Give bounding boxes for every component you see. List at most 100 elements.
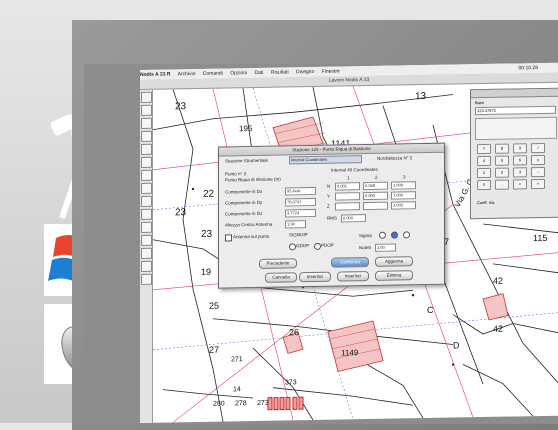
- tool-arc-icon[interactable]: [141, 195, 152, 207]
- cancel-button[interactable]: Cancella: [265, 272, 297, 283]
- calc-key-add[interactable]: +: [531, 178, 545, 190]
- menu-comandi[interactable]: Comandi: [203, 71, 223, 77]
- row-label-dy: Componente in Dy: [225, 199, 263, 206]
- calc-key-6[interactable]: 6: [513, 155, 527, 166]
- preview-button[interactable]: Precedente: [259, 258, 297, 269]
- row-field-dy[interactable]: 76,0747: [285, 197, 316, 207]
- tool-zoom-icon[interactable]: [141, 130, 152, 142]
- row-label-dx: Componente in Dx: [225, 188, 263, 195]
- pdop-radio-icon[interactable]: [314, 242, 321, 250]
- row-label-dz: Componente in Dz: [225, 210, 263, 217]
- calc-key-9[interactable]: 9: [513, 143, 527, 154]
- aggiorna-button[interactable]: Aggiorna: [375, 256, 413, 267]
- calc-key-eq[interactable]: =: [513, 179, 527, 190]
- matrix-header-3: 3: [403, 174, 406, 180]
- tool-rotate-icon[interactable]: [141, 208, 152, 220]
- map-label-42b: 42: [493, 323, 504, 334]
- calc-key-5[interactable]: 5: [495, 155, 509, 166]
- calc-key-2[interactable]: 2: [495, 167, 509, 178]
- menu-opzioni[interactable]: Opzioni: [230, 70, 247, 76]
- menu-dati[interactable]: Dati: [255, 70, 264, 76]
- calculator-footer: Coeff. ma.: [477, 199, 496, 206]
- tool-point-icon[interactable]: [141, 117, 152, 129]
- menu-finestre[interactable]: Finestre: [322, 69, 340, 75]
- calculator-titlebar: [471, 88, 558, 99]
- matrix-cell-z1[interactable]: [335, 202, 360, 211]
- menu-disegno[interactable]: Disegno: [296, 69, 314, 75]
- row-field-dz[interactable]: 3,7724: [285, 208, 316, 218]
- calc-key-0[interactable]: 0: [477, 179, 491, 191]
- tool-grid-icon[interactable]: [141, 247, 152, 259]
- menu-app[interactable]: Nodis A 33 R: [140, 71, 170, 78]
- tool-print-icon[interactable]: [141, 273, 152, 285]
- map-label-27: 27: [209, 344, 220, 355]
- matrix-cell-y3[interactable]: 7.000: [391, 191, 416, 200]
- matrix-cell-z2[interactable]: [363, 201, 388, 211]
- calc-key-mul[interactable]: x: [531, 154, 545, 166]
- map-label-23c: 23: [201, 228, 213, 240]
- calc-key-div[interactable]: /: [531, 142, 545, 154]
- calculator-function-area[interactable]: [475, 116, 557, 141]
- matrix-cell-n2[interactable]: 0.028: [363, 181, 388, 191]
- sigma-field[interactable]: 1.00: [375, 243, 396, 252]
- calc-key-1[interactable]: 1: [477, 167, 491, 179]
- calc-key-7[interactable]: 7: [477, 143, 491, 155]
- tool-polygon-icon[interactable]: [141, 182, 152, 194]
- calc-key-dot[interactable]: .: [495, 179, 509, 190]
- matrix-cell-y1[interactable]: [335, 192, 360, 201]
- matrix-cell-z3[interactable]: 1.000: [391, 201, 416, 210]
- dialog-tab-left[interactable]: Stazione Strumentale: [225, 158, 268, 164]
- map-label-280: 280: [213, 400, 225, 408]
- tool-measure-icon[interactable]: [141, 169, 152, 181]
- sigma-label: Sigma: [359, 232, 372, 239]
- tool-hand-icon[interactable]: [141, 143, 152, 155]
- row-field-dx[interactable]: 95,4x4r: [285, 186, 316, 196]
- tool-delete-icon[interactable]: [141, 221, 152, 233]
- map-label-373: 373: [285, 379, 297, 387]
- misc-label: Noteb: [359, 244, 372, 251]
- insert-button[interactable]: Inserisci: [299, 271, 331, 283]
- antenna-checkbox-icon[interactable]: [225, 234, 232, 242]
- radio-a-icon[interactable]: [379, 231, 386, 239]
- matrix-header-1: 1: [347, 175, 350, 181]
- antenna-checkbox-label: Antenna sul punto: [233, 233, 270, 240]
- row-label-antenna: Altezza Centro Antenna: [225, 221, 273, 228]
- map-label-273: 273: [257, 399, 269, 407]
- tool-layer-icon[interactable]: [141, 234, 152, 246]
- calculator-display[interactable]: 123.47872: [475, 105, 556, 116]
- matrix-row-label-n: N: [327, 183, 331, 189]
- calc-key-3[interactable]: 3: [513, 167, 527, 178]
- calc-key-4[interactable]: 4: [477, 155, 491, 167]
- matrix-cell-y2[interactable]: 0.000: [363, 191, 388, 201]
- dialog-dropdown[interactable]: Internal Coordinates: [289, 155, 362, 165]
- map-label-1149: 1149: [341, 348, 359, 358]
- tool-text-icon[interactable]: [141, 156, 152, 168]
- menu-archivio[interactable]: Archivio: [178, 71, 196, 77]
- tool-snap-icon[interactable]: [141, 260, 152, 272]
- map-label-115: 115: [533, 232, 548, 244]
- radio-b-icon[interactable]: [391, 231, 398, 239]
- map-label-25: 25: [209, 300, 220, 311]
- confirm-button[interactable]: Conferma: [331, 257, 369, 268]
- tool-line-icon[interactable]: [141, 104, 152, 116]
- pdop-label: PDOP: [321, 242, 334, 248]
- radio-group-label: SIGNOIP: [289, 232, 308, 238]
- row-field-antenna[interactable]: 1,94: [285, 220, 306, 229]
- map-label-22: 22: [203, 188, 215, 200]
- tool-select-icon[interactable]: [141, 91, 152, 103]
- map-label-d: D: [453, 340, 460, 351]
- map-label-195: 195: [239, 124, 253, 134]
- matrix-cell-n3[interactable]: 1.000: [391, 181, 416, 190]
- insert2-button[interactable]: Inserisci: [337, 271, 369, 282]
- tool-palette: [140, 89, 153, 423]
- rms-field[interactable]: 0.000: [341, 214, 366, 223]
- menu-risultati[interactable]: Risultati: [271, 69, 289, 75]
- map-label-23b: 23: [175, 207, 187, 219]
- calc-key-sub[interactable]: -: [531, 166, 545, 178]
- matrix-cell-n1[interactable]: 0.001: [335, 182, 360, 191]
- calc-key-8[interactable]: 8: [495, 143, 509, 154]
- dialog-tab-right[interactable]: Nord/altezza N° 2: [377, 155, 412, 161]
- radio-c-icon[interactable]: [403, 231, 410, 239]
- gdop-radio-icon[interactable]: [289, 243, 296, 251]
- delete-button[interactable]: Elimina: [375, 270, 413, 281]
